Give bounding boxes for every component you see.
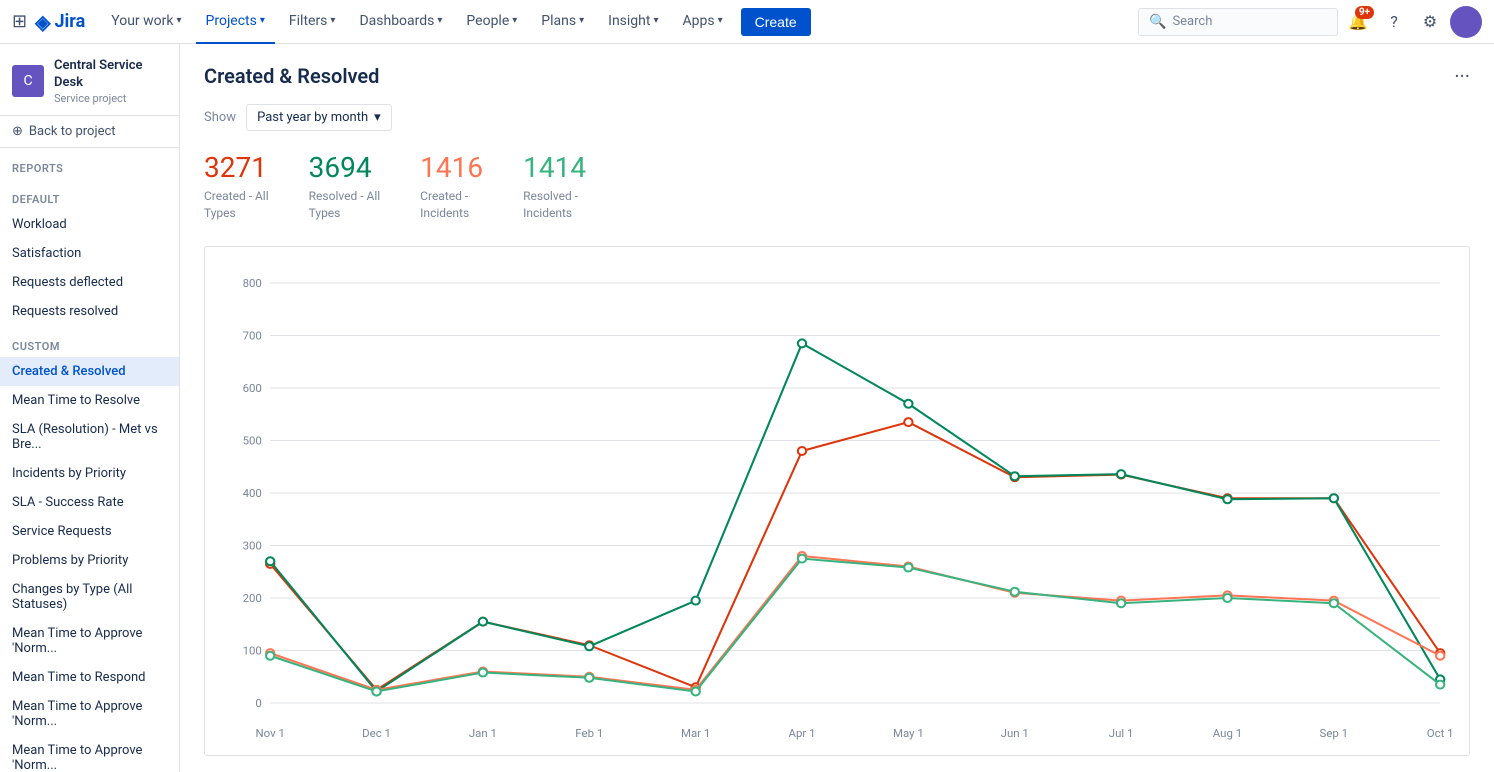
sidebar-item-requests-resolved[interactable]: Requests resolved — [0, 297, 179, 326]
stat-number-created-incidents: 1416 — [420, 151, 483, 184]
sidebar-item-service-requests[interactable]: Service Requests — [0, 517, 179, 546]
back-to-project-button[interactable]: ⊕ Back to project — [0, 116, 179, 148]
help-button[interactable]: ? — [1378, 6, 1410, 38]
reports-section-label: Reports — [0, 148, 179, 179]
svg-text:800: 800 — [243, 277, 262, 290]
back-icon: ⊕ — [12, 124, 23, 139]
line-chart: 0 100 200 300 400 500 600 700 800 Nov 1 Dec 1 Jan 1… — [213, 263, 1461, 743]
user-avatar[interactable] — [1450, 6, 1482, 38]
jira-logo-text: Jira — [54, 11, 85, 32]
people-nav[interactable]: People ▾ — [456, 0, 527, 44]
create-button[interactable]: Create — [741, 8, 811, 36]
insight-nav[interactable]: Insight ▾ — [598, 0, 668, 44]
custom-section-label: CUSTOM — [0, 326, 179, 357]
sidebar-item-mean-time-approve1[interactable]: Mean Time to Approve 'Norm... — [0, 619, 179, 663]
svg-text:Jun 1: Jun 1 — [1001, 727, 1029, 740]
sidebar-item-satisfaction[interactable]: Satisfaction — [0, 239, 179, 268]
stat-label-resolved-all: Resolved - AllTypes — [309, 188, 381, 222]
sidebar-item-requests-deflected[interactable]: Requests deflected — [0, 268, 179, 297]
sidebar-item-mean-time-respond[interactable]: Mean Time to Respond — [0, 663, 179, 692]
project-name: Central Service Desk — [54, 58, 167, 92]
search-icon: 🔍 — [1149, 14, 1166, 30]
svg-text:200: 200 — [243, 592, 262, 605]
projects-nav[interactable]: Projects ▾ — [196, 0, 275, 44]
default-section-label: DEFAULT — [0, 179, 179, 210]
grid-icon[interactable]: ⊞ — [12, 11, 27, 32]
stat-number-created-all: 3271 — [204, 151, 269, 184]
chevron-down-icon: ▾ — [374, 110, 381, 125]
page-title: Created & Resolved — [204, 64, 379, 88]
settings-button[interactable]: ⚙ — [1414, 6, 1446, 38]
stat-label-resolved-incidents: Resolved -Incidents — [523, 188, 586, 222]
stat-created-all: 3271 Created - AllTypes — [204, 151, 269, 222]
svg-text:Aug 1: Aug 1 — [1213, 727, 1242, 740]
svg-text:Oct 1: Oct 1 — [1427, 727, 1454, 740]
filters-nav[interactable]: Filters ▾ — [279, 0, 346, 44]
more-options-button[interactable]: ··· — [1454, 64, 1470, 88]
stat-label-created-incidents: Created -Incidents — [420, 188, 483, 222]
svg-text:Mar 1: Mar 1 — [681, 727, 710, 740]
chart-container: 0 100 200 300 400 500 600 700 800 Nov 1 Dec 1 Jan 1… — [204, 246, 1470, 756]
sidebar-item-workload[interactable]: Workload — [0, 210, 179, 239]
stat-number-resolved-all: 3694 — [309, 151, 381, 184]
jira-logo-icon: ◈ — [35, 10, 50, 34]
show-row: Show Past year by month ▾ — [204, 104, 1470, 131]
svg-text:100: 100 — [243, 644, 262, 657]
sidebar-item-created-resolved[interactable]: Created & Resolved — [0, 357, 179, 386]
topnav-right: 🔍 Search 🔔 9+ ? ⚙ — [1138, 6, 1482, 38]
your-work-nav[interactable]: Your work ▾ — [101, 0, 191, 44]
stat-created-incidents: 1416 Created -Incidents — [420, 151, 483, 222]
sidebar-item-problems-priority[interactable]: Problems by Priority — [0, 546, 179, 575]
sidebar-item-sla-resolution[interactable]: SLA (Resolution) - Met vs Bre... — [0, 415, 179, 459]
stat-resolved-incidents: 1414 Resolved -Incidents — [523, 151, 586, 222]
svg-text:300: 300 — [243, 539, 262, 552]
svg-text:Sep 1: Sep 1 — [1320, 727, 1349, 740]
svg-text:700: 700 — [243, 329, 262, 342]
dashboards-nav[interactable]: Dashboards ▾ — [349, 0, 452, 44]
show-dropdown[interactable]: Past year by month ▾ — [246, 104, 392, 131]
jira-logo[interactable]: ◈ Jira — [35, 10, 85, 34]
main-content: Created & Resolved ··· Show Past year by… — [180, 44, 1494, 772]
svg-text:May 1: May 1 — [893, 727, 924, 740]
app-layout: C Central Service Desk Service project ⊕… — [0, 44, 1494, 772]
svg-text:Jul 1: Jul 1 — [1109, 727, 1134, 740]
svg-text:Apr 1: Apr 1 — [789, 727, 816, 740]
notifications-button[interactable]: 🔔 9+ — [1342, 6, 1374, 38]
stat-label-created-all: Created - AllTypes — [204, 188, 269, 222]
stats-row: 3271 Created - AllTypes 3694 Resolved - … — [204, 151, 1470, 222]
sidebar-item-mean-time-resolve[interactable]: Mean Time to Resolve — [0, 386, 179, 415]
sidebar-item-sla-success[interactable]: SLA - Success Rate — [0, 488, 179, 517]
svg-text:Jan 1: Jan 1 — [469, 727, 497, 740]
project-type: Service project — [54, 92, 167, 105]
help-icon: ? — [1390, 12, 1398, 31]
svg-text:Feb 1: Feb 1 — [575, 727, 603, 740]
topnav: ⊞ ◈ Jira Your work ▾ Projects ▾ Filters … — [0, 0, 1494, 44]
svg-text:500: 500 — [243, 434, 262, 447]
show-label: Show — [204, 110, 236, 125]
svg-text:Dec 1: Dec 1 — [362, 727, 391, 740]
svg-text:0: 0 — [255, 697, 261, 710]
sidebar-item-mean-time-approve2[interactable]: Mean Time to Approve 'Norm... — [0, 692, 179, 736]
sidebar-item-changes-type[interactable]: Changes by Type (All Statuses) — [0, 575, 179, 619]
svg-text:600: 600 — [243, 382, 262, 395]
project-icon: C — [12, 65, 44, 97]
stat-number-resolved-incidents: 1414 — [523, 151, 586, 184]
gear-icon: ⚙ — [1423, 12, 1437, 31]
sidebar-item-incidents-priority[interactable]: Incidents by Priority — [0, 459, 179, 488]
apps-nav[interactable]: Apps ▾ — [673, 0, 733, 44]
sidebar: C Central Service Desk Service project ⊕… — [0, 44, 180, 772]
svg-text:Nov 1: Nov 1 — [255, 727, 284, 740]
sidebar-project: C Central Service Desk Service project — [0, 44, 179, 116]
search-input[interactable]: 🔍 Search — [1138, 8, 1338, 36]
plans-nav[interactable]: Plans ▾ — [531, 0, 594, 44]
svg-text:400: 400 — [243, 487, 262, 500]
sidebar-item-mean-time-approve3[interactable]: Mean Time to Approve 'Norm... — [0, 736, 179, 772]
page-header: Created & Resolved ··· — [204, 64, 1470, 88]
stat-resolved-all: 3694 Resolved - AllTypes — [309, 151, 381, 222]
